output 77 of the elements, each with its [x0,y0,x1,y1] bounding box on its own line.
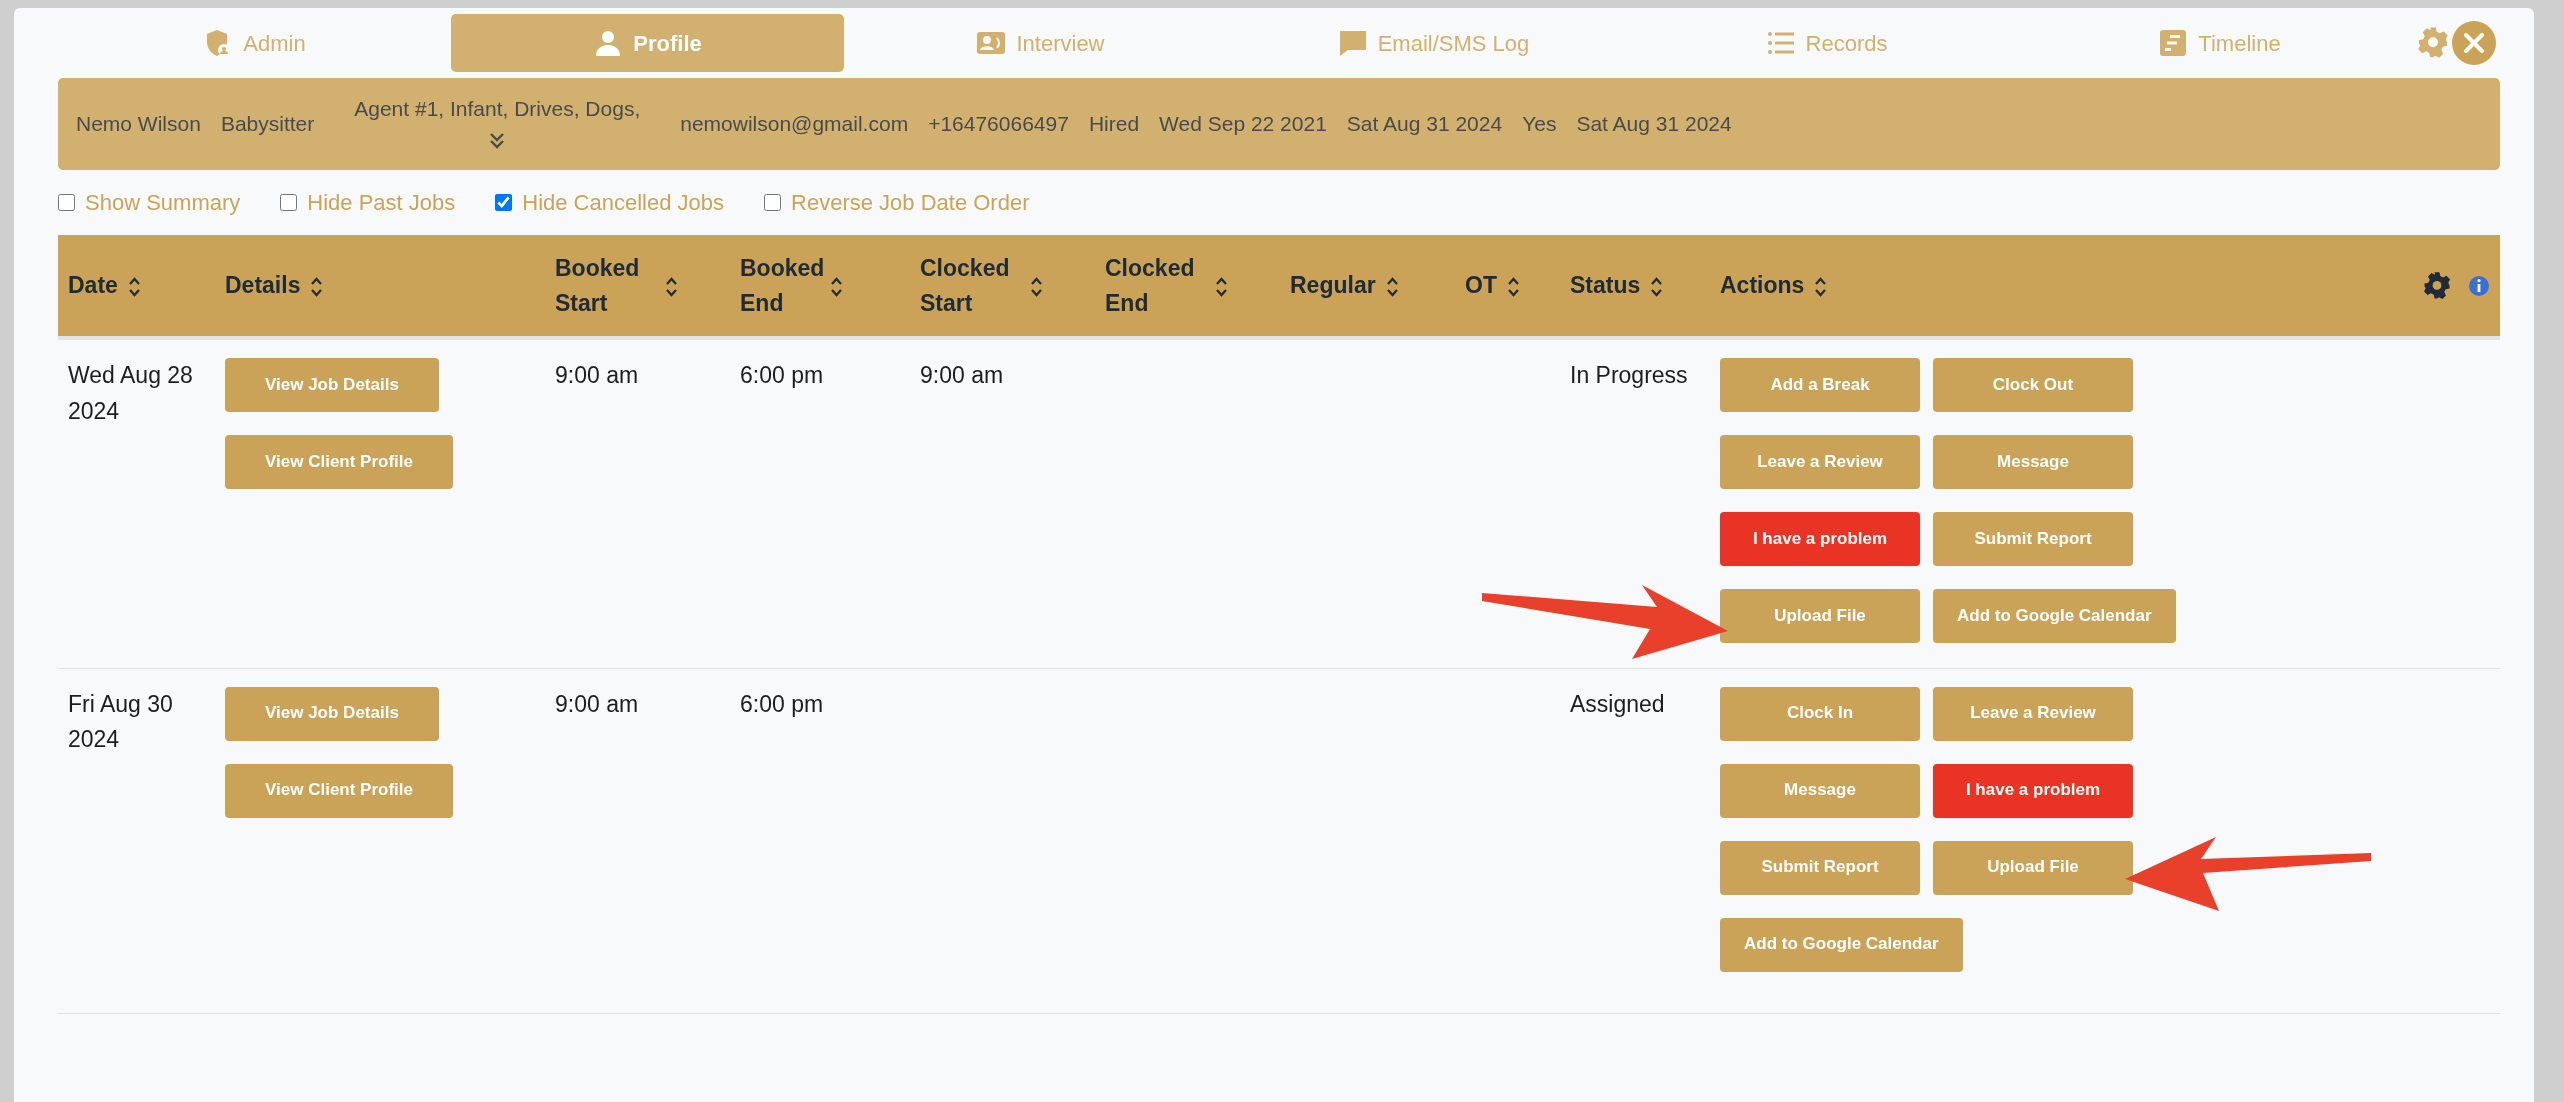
action-button[interactable]: Add a Break [1720,358,1920,412]
column-header: Clocked Start [920,254,1011,318]
action-button[interactable]: Clock In [1720,686,1920,741]
table-cell: Wed Aug 28 2024 [68,362,193,424]
column-header: Details [225,271,301,301]
action-button[interactable]: Message [1933,435,2133,489]
sort-icon[interactable] [1650,276,1664,299]
action-button[interactable]: Upload File [1720,589,1920,643]
sort-icon[interactable] [1215,276,1228,299]
checkbox[interactable] [495,194,513,211]
tab[interactable]: Interview [844,14,1237,72]
checkbox[interactable] [58,194,75,211]
checkbox-label: Hide Cancelled Jobs [522,189,725,217]
profile-field: Yes [1522,108,1557,140]
column-header: Booked Start [555,254,641,318]
action-button[interactable]: Message [1720,763,1920,818]
sort-icon[interactable] [1030,276,1043,299]
table-cell: Fri Aug 30 2024 [68,690,173,753]
tab[interactable]: Profile [451,14,844,72]
checkbox-label: Hide Past Jobs [307,189,456,217]
settings-icon[interactable] [2422,270,2452,301]
profile-field: +16476066497 [928,108,1069,140]
checkbox-label: Reverse Job Date Order [791,189,1030,217]
profile-field: Sat Aug 31 2024 [1346,108,1503,140]
table-cell: 9:00 am [920,362,1004,388]
problem-button[interactable]: I have a problem [1720,512,1920,566]
table-cell: In Progress [1570,362,1688,388]
sort-icon[interactable] [127,276,141,299]
table-cell: Assigned [1570,690,1665,717]
table-cell: 6:00 pm [740,362,824,388]
checkbox-label: Show Summary [85,189,241,217]
profile-field: Nemo Wilson [76,108,201,140]
column-header: Status [1570,271,1641,301]
profile-field: Agent #1, Infant, Drives, Dogs, [354,92,641,124]
details-button[interactable]: View Client Profile [225,435,453,489]
sort-icon[interactable] [1506,276,1520,299]
sort-icon[interactable] [830,276,843,299]
profile-field: Sat Aug 31 2024 [1576,108,1732,140]
details-button[interactable]: View Job Details [225,358,439,412]
details-button[interactable]: View Job Details [225,686,439,741]
action-button[interactable]: Add to Google Calendar [1720,917,1963,972]
column-header: Actions [1720,271,1805,301]
table-cell: 9:00 am [555,362,639,388]
checkbox[interactable] [280,194,298,211]
action-button[interactable]: Add to Google Calendar [1933,589,2176,643]
column-header: Regular [1290,271,1376,301]
profile-field: nemowilson@gmail.com [680,108,909,140]
action-button[interactable]: Submit Report [1933,512,2133,566]
profile-field: Babysitter [220,108,315,140]
profile-field: Wed Sep 22 2021 [1159,108,1327,140]
sort-icon[interactable] [1814,276,1828,299]
checkbox[interactable] [764,194,782,211]
problem-button[interactable]: I have a problem [1933,763,2133,818]
tab[interactable]: Timeline [2023,14,2416,72]
column-header: Date [68,271,118,301]
action-button[interactable]: Leave a Review [1720,435,1920,489]
timeline-icon [2158,28,2189,58]
action-button[interactable]: Upload File [1933,840,2133,895]
table-cell: 6:00 pm [740,690,824,717]
profile-field: Hired [1088,108,1140,140]
tab[interactable]: Records [1630,14,2023,72]
tab[interactable]: Admin [58,14,451,72]
chat-bubble-icon [1337,28,1368,58]
expand-icon[interactable] [489,132,506,151]
sort-icon[interactable] [665,276,678,299]
close-icon [2463,32,2485,54]
action-button[interactable]: Clock Out [1933,358,2133,412]
column-header: OT [1465,271,1497,301]
column-header: Clocked End [1105,254,1196,318]
sort-icon[interactable] [1385,276,1399,299]
info-icon[interactable] [2468,274,2490,297]
details-button[interactable]: View Client Profile [225,763,453,818]
sort-icon[interactable] [310,276,324,299]
table-cell: 9:00 am [555,690,639,717]
tab[interactable]: Email/SMS Log [1237,14,1630,72]
action-button[interactable]: Leave a Review [1933,686,2133,741]
action-button[interactable]: Submit Report [1720,840,1920,895]
